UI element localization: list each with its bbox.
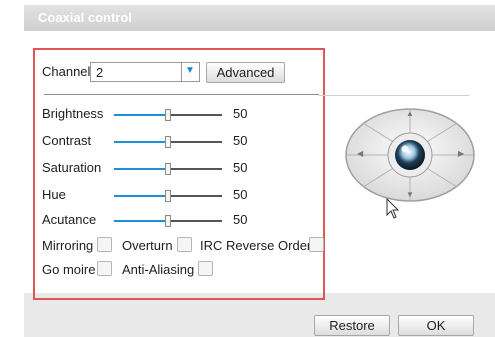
- acutance-slider[interactable]: [114, 215, 222, 227]
- divider-right: [319, 95, 469, 96]
- brightness-label: Brightness: [42, 106, 104, 121]
- contrast-label: Contrast: [42, 133, 92, 148]
- irc-reverse-order-label: IRC Reverse Order: [200, 238, 312, 253]
- slider-thumb[interactable]: [165, 215, 171, 227]
- advanced-button[interactable]: Advanced: [206, 62, 285, 83]
- slider-fill: [114, 114, 168, 116]
- brightness-slider[interactable]: [114, 109, 222, 121]
- dialog-title: Coaxial control: [38, 10, 132, 25]
- hue-label: Hue: [42, 187, 66, 202]
- brightness-value: 50: [233, 106, 248, 121]
- slider-thumb[interactable]: [165, 163, 171, 175]
- anti-aliasing-label: Anti-Aliasing: [122, 262, 195, 277]
- saturation-slider[interactable]: [114, 163, 222, 175]
- hue-value: 50: [233, 187, 248, 202]
- channel-value: 2: [96, 65, 104, 80]
- acutance-value: 50: [233, 212, 248, 227]
- slider-fill: [114, 141, 168, 143]
- dropdown-arrow-icon[interactable]: ▼: [185, 65, 195, 76]
- dialog-titlebar: Coaxial control: [24, 5, 495, 31]
- slider-fill: [114, 220, 168, 222]
- overturn-checkbox[interactable]: [177, 237, 192, 252]
- slider-thumb[interactable]: [165, 109, 171, 121]
- channel-label: Channel: [42, 64, 91, 79]
- slider-fill: [114, 195, 168, 197]
- ptz-right-icon[interactable]: ▶: [458, 149, 464, 158]
- hue-slider[interactable]: [114, 190, 222, 202]
- slider-thumb[interactable]: [165, 136, 171, 148]
- contrast-value: 50: [233, 133, 248, 148]
- ptz-left-icon[interactable]: ◀: [357, 149, 363, 158]
- overturn-label: Overturn: [122, 238, 173, 253]
- combo-separator: [181, 63, 182, 81]
- mirroring-checkbox[interactable]: [97, 237, 112, 252]
- mirroring-label: Mirroring: [42, 238, 94, 253]
- ptz-up-icon[interactable]: ▲: [406, 109, 414, 118]
- mouse-cursor-icon: [386, 198, 400, 219]
- go-moire-label: Go moire: [42, 262, 96, 277]
- anti-aliasing-checkbox[interactable]: [198, 261, 213, 276]
- acutance-label: Acutance: [42, 212, 97, 227]
- saturation-label: Saturation: [42, 160, 102, 175]
- saturation-value: 50: [233, 160, 248, 175]
- divider: [44, 94, 319, 95]
- go-moire-checkbox[interactable]: [97, 261, 112, 276]
- ptz-control-pad: ▲ ▼ ◀ ▶: [343, 105, 478, 205]
- restore-button[interactable]: Restore: [314, 315, 390, 336]
- ok-button[interactable]: OK: [398, 315, 474, 336]
- slider-thumb[interactable]: [165, 190, 171, 202]
- ptz-down-icon[interactable]: ▼: [406, 190, 414, 199]
- slider-fill: [114, 168, 168, 170]
- channel-select[interactable]: 2 ▼: [90, 62, 200, 82]
- irc-reverse-order-checkbox[interactable]: [309, 237, 324, 252]
- contrast-slider[interactable]: [114, 136, 222, 148]
